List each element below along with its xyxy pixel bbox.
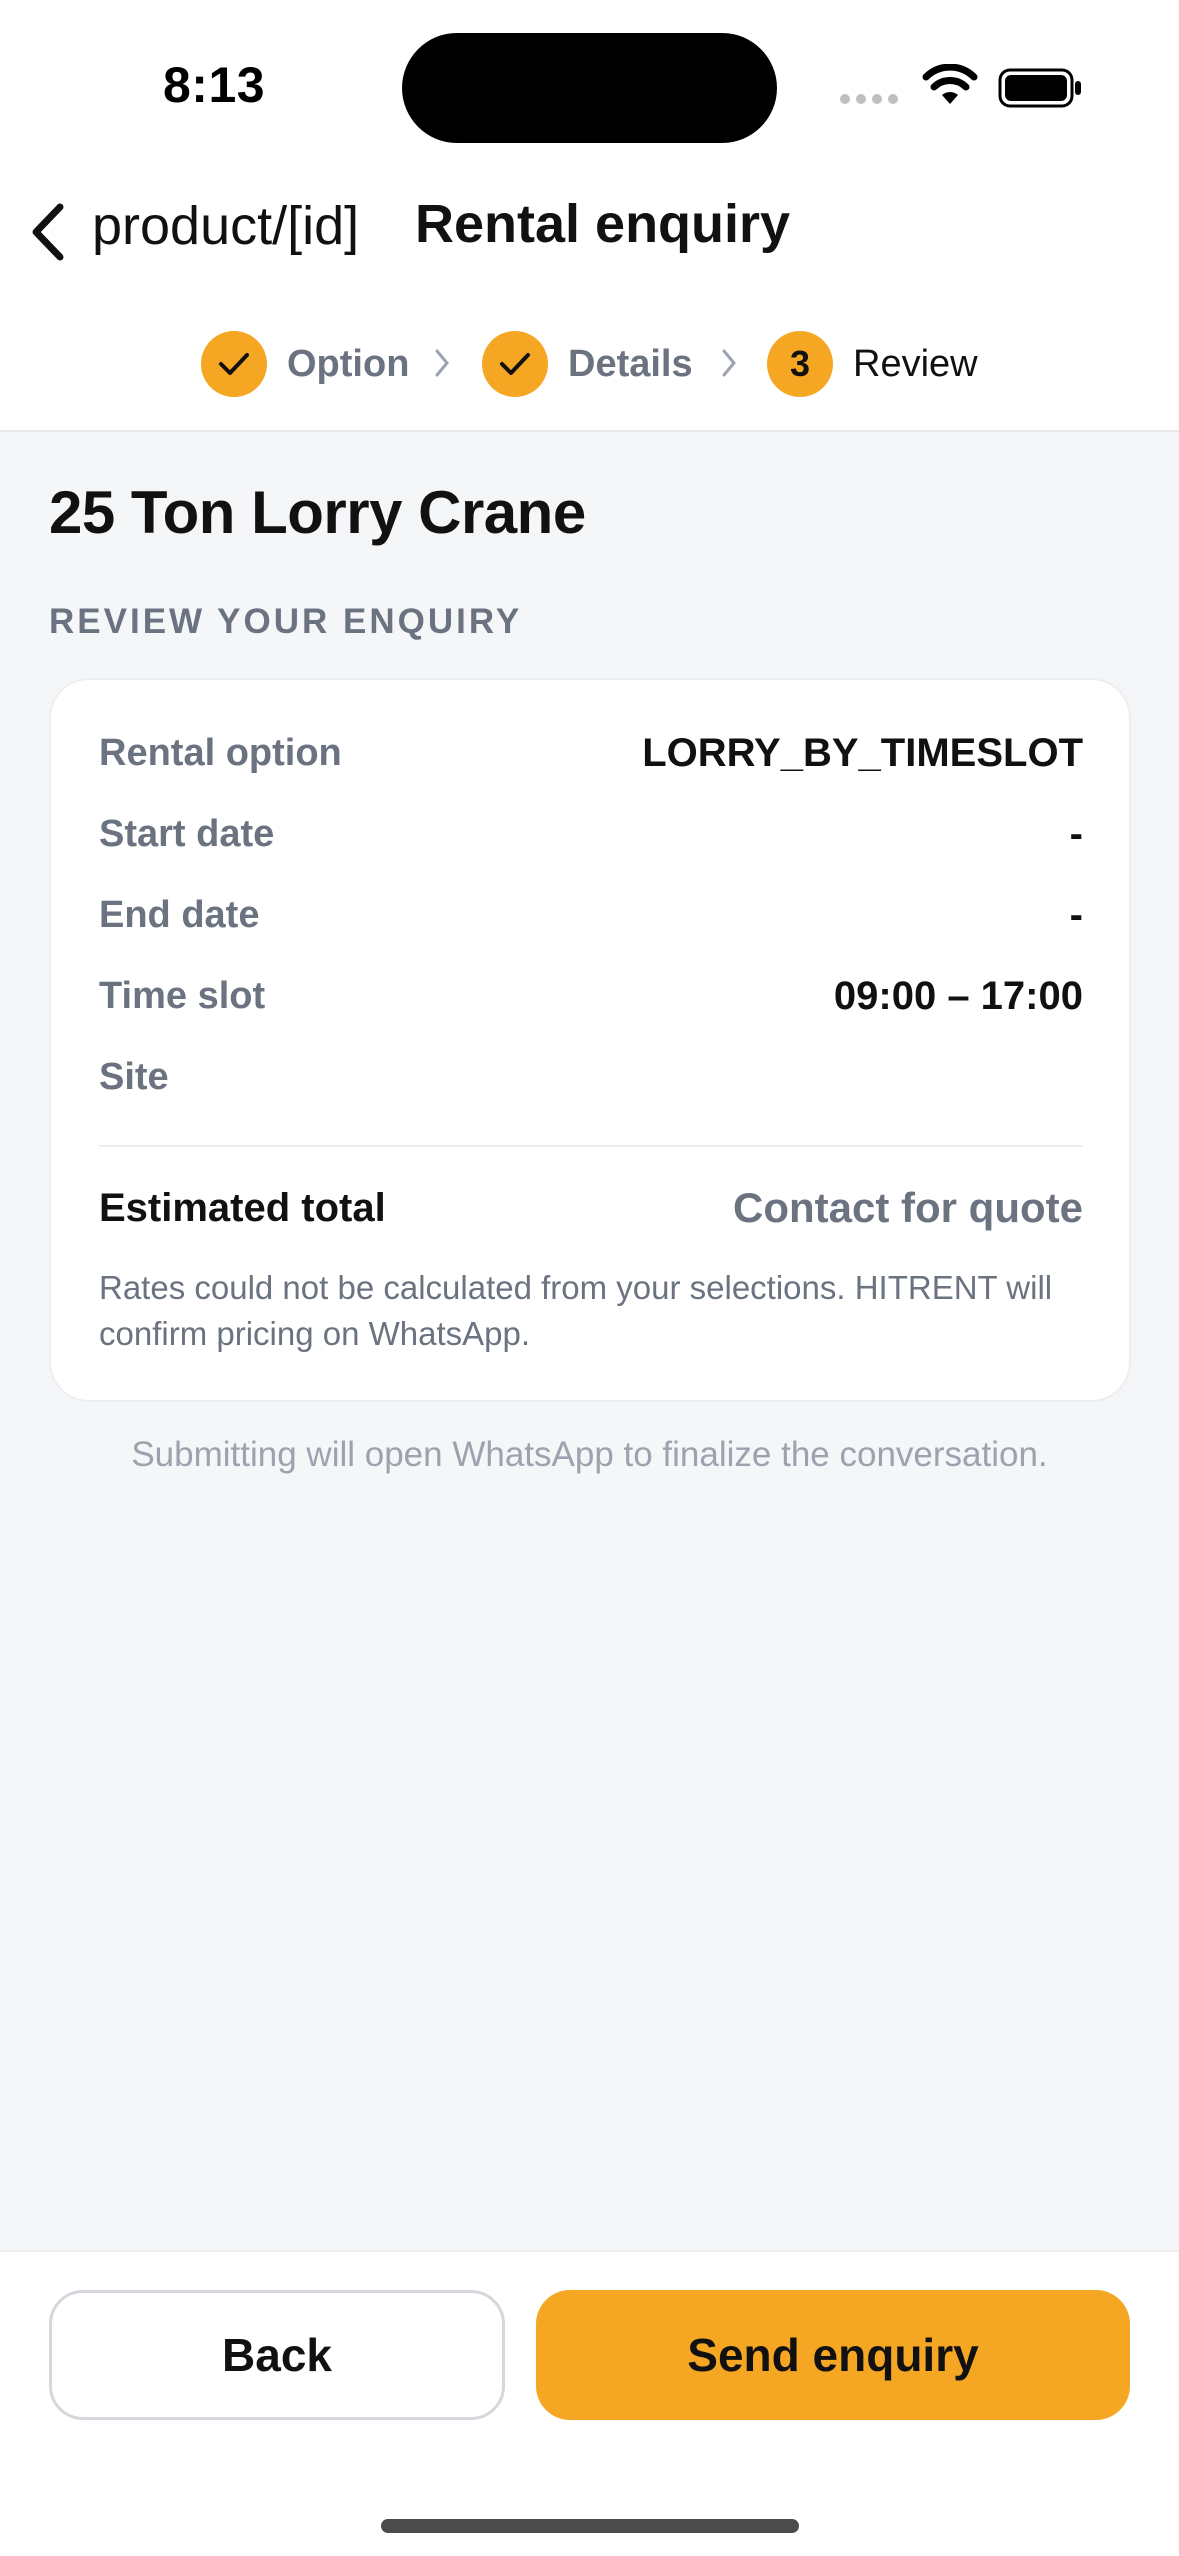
check-icon <box>201 331 267 397</box>
row-site: Site <box>99 1047 1083 1107</box>
chevron-left-icon[interactable] <box>22 197 72 267</box>
row-end-date: End date - <box>99 885 1083 945</box>
row-value: 09:00 – 17:00 <box>833 973 1083 1018</box>
total-label: Estimated total <box>99 1185 386 1230</box>
check-icon <box>482 331 548 397</box>
step-label-details: Details <box>568 342 693 385</box>
row-label: Rental option <box>99 731 342 774</box>
nav-back-link[interactable]: product/[id] <box>92 195 359 257</box>
step-option: Option <box>201 329 409 399</box>
chevron-right-icon <box>435 349 449 377</box>
row-label: End date <box>99 893 260 936</box>
whatsapp-footnote: Submitting will open WhatsApp to finaliz… <box>131 1435 1048 1474</box>
stepper: Option Details 3 Review <box>0 305 1179 432</box>
wifi-icon <box>922 64 978 104</box>
pricing-note: Rates could not be calculated from your … <box>99 1269 1053 1352</box>
page-title: Rental enquiry <box>415 194 791 254</box>
row-value: LORRY_BY_TIMESLOT <box>642 730 1083 775</box>
battery-icon <box>998 68 1081 108</box>
bottom-action-bar: Back Send enquiry <box>0 2250 1179 2556</box>
send-enquiry-button[interactable]: Send enquiry <box>536 2290 1130 2420</box>
step-review: 3 Review <box>767 329 978 399</box>
step-details: Details <box>482 329 693 399</box>
row-time-slot: Time slot 09:00 – 17:00 <box>99 966 1083 1026</box>
row-value: - <box>1069 892 1083 937</box>
row-rental-option: Rental option LORRY_BY_TIMESLOT <box>99 723 1083 783</box>
status-time: 8:13 <box>163 57 266 113</box>
step-label-option: Option <box>287 342 410 385</box>
row-label: Time slot <box>99 974 266 1017</box>
section-label: REVIEW YOUR ENQUIRY <box>49 602 523 641</box>
row-start-date: Start date - <box>99 804 1083 864</box>
row-estimated-total: Estimated total Contact for quote <box>99 1178 1083 1238</box>
home-indicator[interactable] <box>381 2519 799 2533</box>
back-button[interactable]: Back <box>49 2290 505 2420</box>
review-card: Rental option LORRY_BY_TIMESLOT Start da… <box>49 678 1131 1402</box>
dynamic-island <box>402 33 777 143</box>
total-value: Contact for quote <box>733 1184 1083 1231</box>
step-number: 3 <box>767 331 833 397</box>
product-title: 25 Ton Lorry Crane <box>49 479 586 546</box>
row-value: - <box>1069 811 1083 856</box>
chevron-right-icon <box>722 349 736 377</box>
row-label: Site <box>99 1055 169 1098</box>
status-bar: 8:13 <box>0 0 1179 175</box>
divider <box>99 1145 1083 1147</box>
step-label-review: Review <box>853 342 978 385</box>
cellular-signal-icon <box>840 94 898 104</box>
navigation-bar: product/[id] Rental enquiry <box>0 175 1179 305</box>
row-label: Start date <box>99 812 275 855</box>
system-icons <box>840 62 1090 112</box>
